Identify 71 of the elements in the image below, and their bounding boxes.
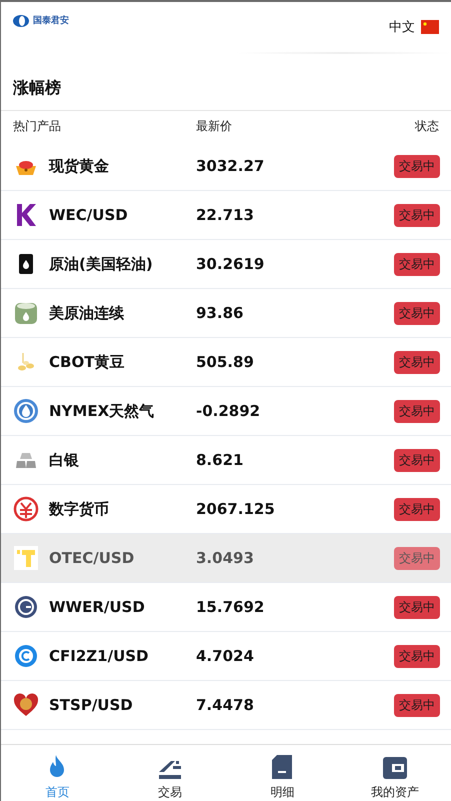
- price: 30.2619: [196, 255, 266, 273]
- status-badge: 交易中: [394, 252, 440, 276]
- price: 7.4478: [196, 696, 255, 714]
- product-name: 美原油连续: [49, 304, 125, 322]
- status-badge: 交易中: [394, 596, 440, 618]
- product-row[interactable]: CBOT黄豆 505.89 交易中: [1, 338, 451, 387]
- product-row[interactable]: 原油(美国轻油) 30.2619 交易中: [1, 240, 451, 289]
- status-badge: 交易中: [394, 400, 440, 422]
- flag-icon[interactable]: [421, 20, 439, 34]
- price: 3032.27: [196, 157, 266, 175]
- language-label[interactable]: 中文: [389, 18, 415, 36]
- price: 22.713: [196, 206, 255, 224]
- wallet-icon: [382, 756, 408, 780]
- nav-tab[interactable]: 首页: [1, 745, 114, 801]
- product-name: WEC/USD: [49, 206, 129, 224]
- product-row[interactable]: NYMEX天然气 -0.2892 交易中: [1, 387, 451, 436]
- price: 505.89: [196, 353, 255, 371]
- status-badge: 交易中: [394, 350, 440, 374]
- nav-tab[interactable]: 交易: [114, 745, 226, 801]
- yuan-circle-icon: [13, 496, 39, 522]
- product-name: 数字货币: [49, 500, 110, 518]
- status-badge: 交易中: [394, 498, 440, 520]
- price: 4.7024: [196, 647, 255, 665]
- document-icon: [271, 754, 294, 780]
- section-title: 涨幅榜: [1, 52, 451, 111]
- heart-coin-icon: [13, 693, 39, 717]
- product-name: 原油(美国轻油): [49, 254, 154, 274]
- status-badge: 交易中: [394, 154, 440, 178]
- product-name: CBOT黄豆: [49, 352, 126, 372]
- product-row[interactable]: WEC/USD 22.713 交易中: [1, 191, 451, 240]
- product-name: WWER/USD: [49, 598, 146, 616]
- letter-t-icon: [14, 546, 38, 570]
- product-name: STSP/USD: [49, 696, 134, 714]
- product-name: 现货黄金: [49, 156, 110, 176]
- status-badge: 交易中: [394, 448, 440, 472]
- oil-drum-icon: [13, 300, 39, 326]
- status-badge: 交易中: [394, 694, 440, 716]
- status-badge: 交易中: [394, 302, 440, 324]
- price: 3.0493: [196, 549, 255, 567]
- metal-bars-icon: [15, 451, 37, 469]
- product-row[interactable]: 美原油连续 93.86 交易中: [1, 289, 451, 338]
- letter-k-icon: [15, 203, 37, 227]
- flame-circle-icon: [13, 398, 39, 424]
- column-header: 状态: [415, 118, 439, 135]
- product-name: 白银: [49, 450, 80, 470]
- price: 2067.125: [196, 500, 276, 518]
- column-header: 最新价: [196, 118, 233, 135]
- product-row[interactable]: WWER/USD 15.7692 交易中: [1, 583, 451, 632]
- product-name: CFI2Z1/USD: [49, 647, 150, 665]
- soybean-icon: [15, 351, 37, 373]
- oil-barrel-icon: [18, 253, 34, 275]
- product-name: NYMEX天然气: [49, 402, 156, 420]
- coin-c-icon: [14, 644, 38, 668]
- product-row[interactable]: OTEC/USD 3.0493 交易中: [1, 534, 451, 583]
- logo-text: 国泰君安: [33, 14, 69, 27]
- product-row[interactable]: 现货黄金 3032.27 交易中: [1, 142, 451, 191]
- price: -0.2892: [196, 402, 262, 420]
- logo-icon: [13, 14, 29, 26]
- price: 15.7692: [196, 598, 266, 616]
- product-name: OTEC/USD: [49, 549, 136, 567]
- price: 93.86: [196, 304, 244, 322]
- status-badge: 交易中: [394, 204, 440, 226]
- product-row[interactable]: 白银 8.621 交易中: [1, 436, 451, 485]
- column-header: 热门产品: [13, 118, 62, 135]
- product-row[interactable]: STSP/USD 7.4478 交易中: [1, 681, 451, 730]
- nav-tab[interactable]: 我的资产: [338, 745, 451, 801]
- status-badge: 交易中: [394, 546, 440, 570]
- product-row[interactable]: CFI2Z1/USD 4.7024 交易中: [1, 632, 451, 681]
- price: 8.621: [196, 451, 244, 469]
- nav-tab[interactable]: 明细: [226, 745, 338, 801]
- status-badge: 交易中: [394, 644, 440, 668]
